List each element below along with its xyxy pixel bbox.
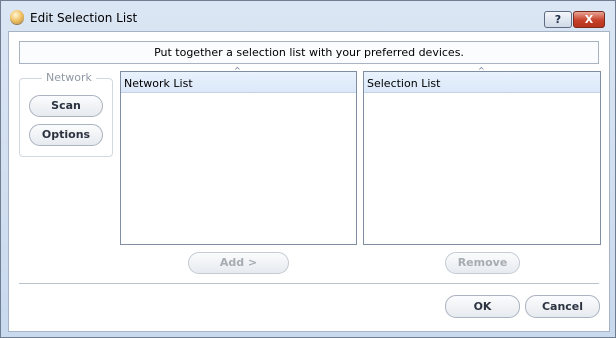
cancel-button[interactable]: Cancel xyxy=(525,295,600,318)
app-icon xyxy=(10,10,24,24)
network-group-label: Network xyxy=(42,71,96,84)
footer-divider xyxy=(19,283,599,284)
close-button[interactable]: X xyxy=(573,11,605,28)
dialog-content: Put together a selection list with your … xyxy=(8,31,610,332)
selection-list[interactable]: ^ Selection List xyxy=(363,66,601,245)
sort-ascending-icon: ^ xyxy=(234,66,241,75)
remove-button[interactable]: Remove xyxy=(445,252,520,274)
title-bar: Edit Selection List ? X xyxy=(1,1,615,31)
instruction-banner: Put together a selection list with your … xyxy=(19,41,599,64)
network-group: Network Scan Options xyxy=(19,71,113,157)
help-button[interactable]: ? xyxy=(544,11,572,28)
add-button[interactable]: Add > xyxy=(188,252,289,274)
network-list[interactable]: ^ Network List xyxy=(120,66,357,245)
scan-button[interactable]: Scan xyxy=(29,95,103,117)
ok-button[interactable]: OK xyxy=(445,295,520,318)
dialog-window: Edit Selection List ? X Put together a s… xyxy=(0,0,616,338)
selection-list-header[interactable]: ^ Selection List xyxy=(364,66,600,93)
network-list-header-label: Network List xyxy=(124,77,193,90)
selection-list-header-label: Selection List xyxy=(367,77,441,90)
sort-ascending-icon: ^ xyxy=(478,66,485,75)
options-button[interactable]: Options xyxy=(29,124,103,146)
window-title: Edit Selection List xyxy=(30,11,138,25)
network-list-header[interactable]: ^ Network List xyxy=(121,66,356,93)
